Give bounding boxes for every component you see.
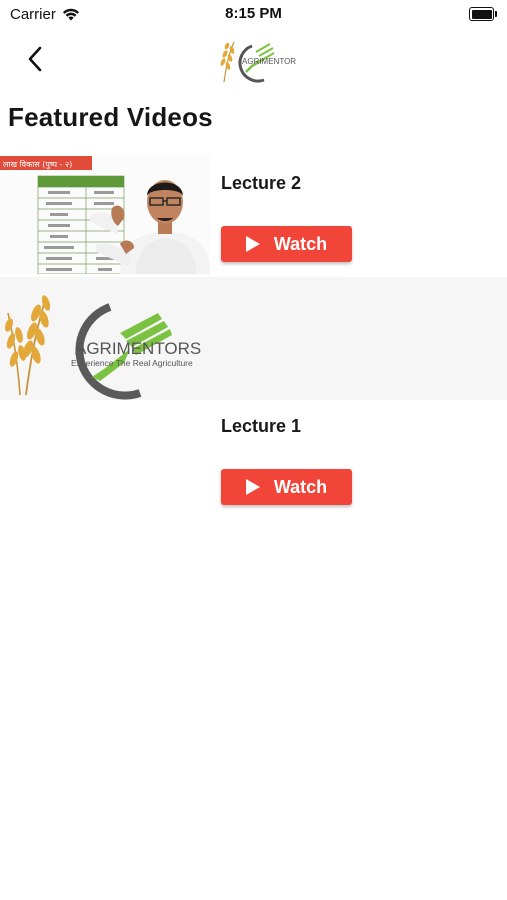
chevron-left-icon [28, 46, 42, 72]
video-title: Lecture 2 [221, 173, 302, 193]
logo-tagline: Experience The Real Agriculture [71, 358, 193, 368]
logo-text: AGRIMENTORS [242, 57, 296, 66]
video-list: लाख विकास (पुष्प - २) Lecture 2 Watch AG… [0, 156, 507, 505]
back-button[interactable] [18, 42, 52, 76]
wheat-icon [220, 41, 235, 83]
battery-icon [469, 7, 497, 21]
play-icon [245, 479, 260, 495]
video-title: Lecture 1 [221, 416, 302, 436]
watch-button[interactable]: Watch [221, 469, 352, 505]
video-thumbnail[interactable]: AGRIMENTORS Experience The Real Agricult… [0, 277, 210, 400]
watch-label: Watch [273, 233, 328, 254]
agrimentors-logo: AGRIMENTORS [220, 41, 296, 83]
status-bar: Carrier 8:15 PM [0, 0, 507, 28]
logo-text: AGRIMENTORS [75, 339, 201, 358]
page-title: Featured Videos [8, 102, 213, 132]
video-row-lecture-2: लाख विकास (पुष्प - २) Lecture 2 Watch [0, 156, 507, 277]
status-time: 8:15 PM [225, 5, 282, 22]
app-screen: Carrier 8:15 PM AGRIMENTORS Featured Vid… [0, 0, 507, 900]
video-row-lecture-1: AGRIMENTORS Experience The Real Agricult… [0, 277, 507, 505]
play-icon [245, 236, 260, 252]
thumbnail-heading: लाख विकास (पुष्प - २) [3, 159, 72, 170]
watch-button[interactable]: Watch [221, 226, 352, 262]
nav-bar: AGRIMENTORS [0, 28, 507, 92]
watch-label: Watch [273, 476, 328, 497]
video-thumbnail[interactable]: लाख विकास (पुष्प - २) [0, 156, 210, 274]
